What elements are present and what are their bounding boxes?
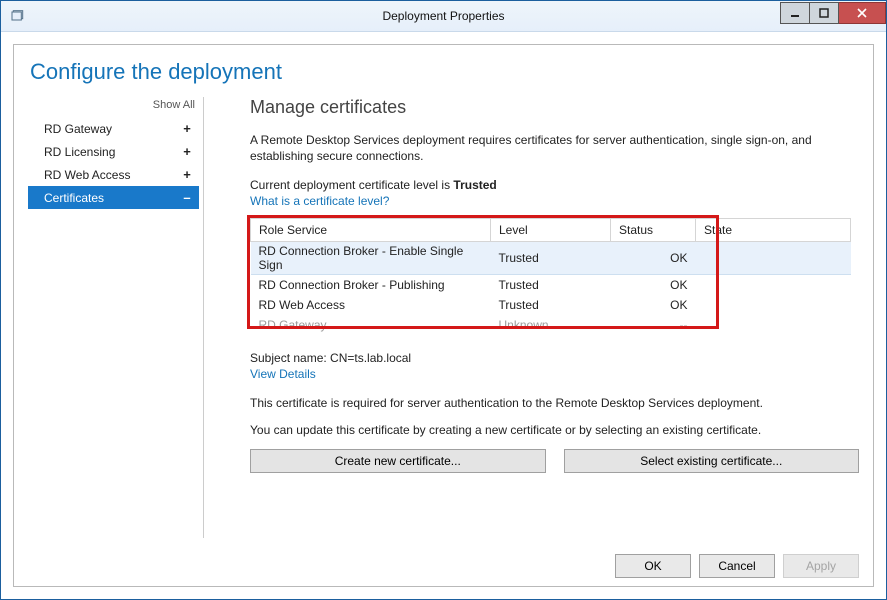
titlebar: Deployment Properties xyxy=(1,1,886,32)
intro-text: A Remote Desktop Services deployment req… xyxy=(250,132,850,164)
subject-name: Subject name: CN=ts.lab.local xyxy=(250,351,859,365)
cell-state xyxy=(696,275,851,296)
sidebar-item-label: RD Licensing xyxy=(44,145,115,159)
subject-value: CN=ts.lab.local xyxy=(330,351,411,365)
create-new-certificate-button[interactable]: Create new certificate... xyxy=(250,449,546,473)
sidebar: Show All RD Gateway + RD Licensing + RD … xyxy=(28,97,204,538)
window-controls xyxy=(780,2,886,24)
current-level-value: Trusted xyxy=(453,178,496,192)
cell-role: RD Gateway xyxy=(251,315,491,335)
expand-icon: + xyxy=(181,121,193,136)
sidebar-item-label: RD Gateway xyxy=(44,122,112,136)
sidebar-item-label: RD Web Access xyxy=(44,168,130,182)
maximize-button[interactable] xyxy=(810,2,839,24)
certificate-table: Role Service Level Status State RD Conne… xyxy=(250,218,851,335)
expand-icon: + xyxy=(181,167,193,182)
cell-status: -- xyxy=(611,315,696,335)
cell-state xyxy=(696,242,851,275)
app-icon xyxy=(1,1,35,31)
table-header-row: Role Service Level Status State xyxy=(251,219,851,242)
what-is-certificate-level-link[interactable]: What is a certificate level? xyxy=(250,194,859,208)
col-role[interactable]: Role Service xyxy=(251,219,491,242)
cell-state xyxy=(696,315,851,335)
collapse-icon: – xyxy=(181,190,193,205)
content-frame: Configure the deployment Show All RD Gat… xyxy=(13,44,874,587)
table-row[interactable]: RD Connection Broker - Enable Single Sig… xyxy=(251,242,851,275)
main-panel: Manage certificates A Remote Desktop Ser… xyxy=(204,97,859,538)
table-row[interactable]: RD Gateway Unknown -- xyxy=(251,315,851,335)
cell-role: RD Web Access xyxy=(251,295,491,315)
cell-role: RD Connection Broker - Enable Single Sig… xyxy=(251,242,491,275)
page-title: Configure the deployment xyxy=(30,59,859,85)
window-title: Deployment Properties xyxy=(1,9,886,23)
cell-status: OK xyxy=(611,275,696,296)
deployment-properties-window: Deployment Properties Configure the depl… xyxy=(0,0,887,600)
apply-button: Apply xyxy=(783,554,859,578)
expand-icon: + xyxy=(181,144,193,159)
cancel-button[interactable]: Cancel xyxy=(699,554,775,578)
dialog-footer: OK Cancel Apply xyxy=(28,546,859,578)
sidebar-item-certificates[interactable]: Certificates – xyxy=(28,186,199,209)
col-status[interactable]: Status xyxy=(611,219,696,242)
cell-state xyxy=(696,295,851,315)
minimize-button[interactable] xyxy=(780,2,810,24)
show-all-link[interactable]: Show All xyxy=(28,97,199,117)
section-title: Manage certificates xyxy=(250,97,859,118)
sidebar-item-label: Certificates xyxy=(44,191,104,205)
certificate-table-wrap: Role Service Level Status State RD Conne… xyxy=(250,218,859,335)
cell-level: Trusted xyxy=(491,295,611,315)
ok-button[interactable]: OK xyxy=(615,554,691,578)
table-row[interactable]: RD Connection Broker - Publishing Truste… xyxy=(251,275,851,296)
body: Configure the deployment Show All RD Gat… xyxy=(1,32,886,599)
cell-status: OK xyxy=(611,242,696,275)
view-details-link[interactable]: View Details xyxy=(250,367,859,381)
cell-level: Trusted xyxy=(491,242,611,275)
current-level-text: Current deployment certificate level is … xyxy=(250,178,859,192)
col-state[interactable]: State xyxy=(696,219,851,242)
cell-level: Trusted xyxy=(491,275,611,296)
cell-level: Unknown xyxy=(491,315,611,335)
select-existing-certificate-button[interactable]: Select existing certificate... xyxy=(564,449,860,473)
cell-role: RD Connection Broker - Publishing xyxy=(251,275,491,296)
columns: Show All RD Gateway + RD Licensing + RD … xyxy=(28,97,859,538)
after-table: Subject name: CN=ts.lab.local View Detai… xyxy=(250,351,859,473)
sidebar-item-rd-web-access[interactable]: RD Web Access + xyxy=(28,163,199,186)
cell-status: OK xyxy=(611,295,696,315)
close-button[interactable] xyxy=(839,2,886,24)
sidebar-item-rd-gateway[interactable]: RD Gateway + xyxy=(28,117,199,140)
sidebar-item-rd-licensing[interactable]: RD Licensing + xyxy=(28,140,199,163)
cert-action-buttons: Create new certificate... Select existin… xyxy=(250,449,859,473)
table-row[interactable]: RD Web Access Trusted OK xyxy=(251,295,851,315)
update-cert-text: You can update this certificate by creat… xyxy=(250,422,859,439)
cert-required-text: This certificate is required for server … xyxy=(250,395,859,412)
col-level[interactable]: Level xyxy=(491,219,611,242)
